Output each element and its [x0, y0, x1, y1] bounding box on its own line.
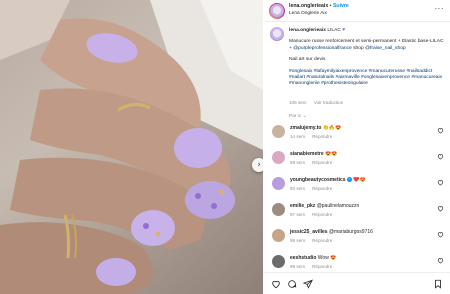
comment-body: @mariaburgos9716 [328, 229, 373, 235]
comment-text: jessic25_avilles @mariaburgos9716 [290, 229, 430, 235]
caption-username[interactable]: lena.onglerieaix [289, 28, 326, 33]
comment-meta: 98 sem Répondre [290, 238, 339, 243]
comment-time: 83 sem [290, 186, 306, 191]
reply-link[interactable]: Répondre [312, 186, 332, 191]
post-image: › [0, 0, 263, 294]
reply-link[interactable]: Répondre [312, 238, 332, 243]
purple-heart-icon: ♥ [342, 28, 346, 33]
comment-avatar[interactable] [272, 203, 285, 216]
comment-meta: 14 sem Répondre [290, 134, 339, 139]
comment-meta: 99 sem Répondre [290, 264, 339, 269]
comment-item: sianabiemetre 😍😍 59 sem Répondre [270, 148, 448, 174]
author-username[interactable]: lena.onglerieaix [289, 3, 328, 9]
comment-like-heart-icon[interactable] [437, 205, 444, 212]
comment-meta: 97 sem Répondre [290, 212, 339, 217]
caption-line2: Nail art sur devis [289, 57, 326, 63]
comment-body: Wow 😍 [317, 255, 337, 261]
see-translation-link[interactable]: Voir traduction [314, 100, 343, 105]
avatar[interactable] [270, 4, 284, 18]
comment-username[interactable]: jessic25_avilles [290, 229, 328, 235]
more-options-icon[interactable]: ··· [435, 4, 445, 13]
comment-username[interactable]: sianabiemetre [290, 151, 324, 157]
reply-link[interactable]: Répondre [312, 160, 332, 165]
comments-list: zmalujemy.to 👏🔥😍 14 sem Répondre sianabieme… [270, 122, 448, 294]
nails-photo [0, 0, 263, 294]
caption-mention-2[interactable]: @fraise_nail_shop [365, 46, 406, 51]
caption: lena.onglerieaix LILAC ♥ Manucure russe … [289, 28, 445, 88]
comment-time: 14 sem [290, 134, 306, 139]
chevron-right-icon[interactable]: › [252, 158, 263, 172]
comment-avatar[interactable] [272, 151, 285, 164]
comment-username[interactable]: zmalujemy.to [290, 125, 321, 131]
comment-like-heart-icon[interactable] [437, 257, 444, 264]
comment-item: youngbeautycosmetics ✓ ❤️😍 83 sem Répondre [270, 174, 448, 200]
comment-item: zmalujemy.to 👏🔥😍 14 sem Répondre [270, 122, 448, 148]
comment-item: emilie_pkz @paulinelamouzzn 97 sem Répondr… [270, 200, 448, 226]
action-bar [263, 272, 450, 294]
caption-meta: 105 sem Voir traduction [289, 100, 349, 105]
comment-text: eeshstudio Wow 😍 [290, 255, 430, 261]
comment-like-heart-icon[interactable] [437, 153, 444, 160]
comment-avatar[interactable] [272, 177, 285, 190]
reply-link[interactable]: Répondre [312, 264, 332, 269]
comment-like-heart-icon[interactable] [437, 179, 444, 186]
author-subtitle: Lena Onglerie Aix [289, 11, 327, 16]
comment-body: ❤️😍 [353, 177, 366, 183]
share-icon[interactable] [303, 279, 313, 289]
comment-like-heart-icon[interactable] [437, 127, 444, 134]
post-panel: lena.onglerieaix • Suivre Lena Onglerie … [263, 0, 450, 294]
reply-link[interactable]: Répondre [312, 212, 332, 217]
comment-text: zmalujemy.to 👏🔥😍 [290, 125, 430, 131]
caption-hashtags[interactable]: #onglesaix #lafaymilyaixenprovence #manu… [289, 69, 445, 88]
caption-body: Manucure russe renforcement et semi-perm… [289, 39, 445, 52]
comment-text: youngbeautycosmetics ✓ ❤️😍 [290, 177, 430, 183]
sort-text: Par ic [289, 114, 302, 119]
comment-time: 99 sem [290, 264, 306, 269]
sort-label[interactable]: Par ic ⌄ [289, 114, 307, 119]
caption-title: LILAC [327, 28, 341, 33]
comment-meta: 83 sem Répondre [290, 186, 339, 191]
comment-meta: 59 sem Répondre [290, 160, 339, 165]
comment-avatar[interactable] [272, 229, 285, 242]
comment-like-heart-icon[interactable] [437, 231, 444, 238]
comment-text: emilie_pkz @paulinelamouzzn [290, 203, 430, 209]
reply-link[interactable]: Répondre [312, 134, 332, 139]
comment-username[interactable]: youngbeautycosmetics [290, 177, 346, 183]
comment-body: 😍😍 [325, 151, 338, 157]
comment-icon[interactable] [287, 279, 297, 289]
caption-avatar[interactable] [270, 27, 284, 41]
follow-button[interactable]: Suivre [333, 3, 349, 9]
caption-title-line: lena.onglerieaix LILAC ♥ [289, 28, 445, 34]
caption-shop-text: shop [351, 45, 366, 51]
post-header: lena.onglerieaix • Suivre Lena Onglerie … [263, 0, 450, 22]
comment-item: jessic25_avilles @mariaburgos9716 98 sem R… [270, 226, 448, 252]
verified-badge-icon: ✓ [346, 177, 352, 183]
comment-text: sianabiemetre 😍😍 [290, 151, 430, 157]
comment-body: 👏🔥😍 [322, 125, 342, 131]
comment-username[interactable]: eeshstudio [290, 255, 316, 261]
chevron-down-icon: ⌄ [302, 114, 307, 119]
heart-icon[interactable] [271, 279, 281, 289]
caption-mention-1[interactable]: @purpleprofessionalfrance [293, 46, 352, 51]
comment-time: 97 sem [290, 212, 306, 217]
caption-time: 105 sem [289, 100, 307, 105]
post-author: lena.onglerieaix • Suivre [289, 3, 349, 9]
comment-time: 98 sem [290, 238, 306, 243]
comment-avatar[interactable] [272, 125, 285, 138]
comment-avatar[interactable] [272, 255, 285, 268]
comment-body: @paulinelamouzzn [316, 203, 360, 209]
comment-username[interactable]: emilie_pkz [290, 203, 315, 209]
comment-time: 59 sem [290, 160, 306, 165]
bookmark-icon[interactable] [433, 279, 443, 289]
